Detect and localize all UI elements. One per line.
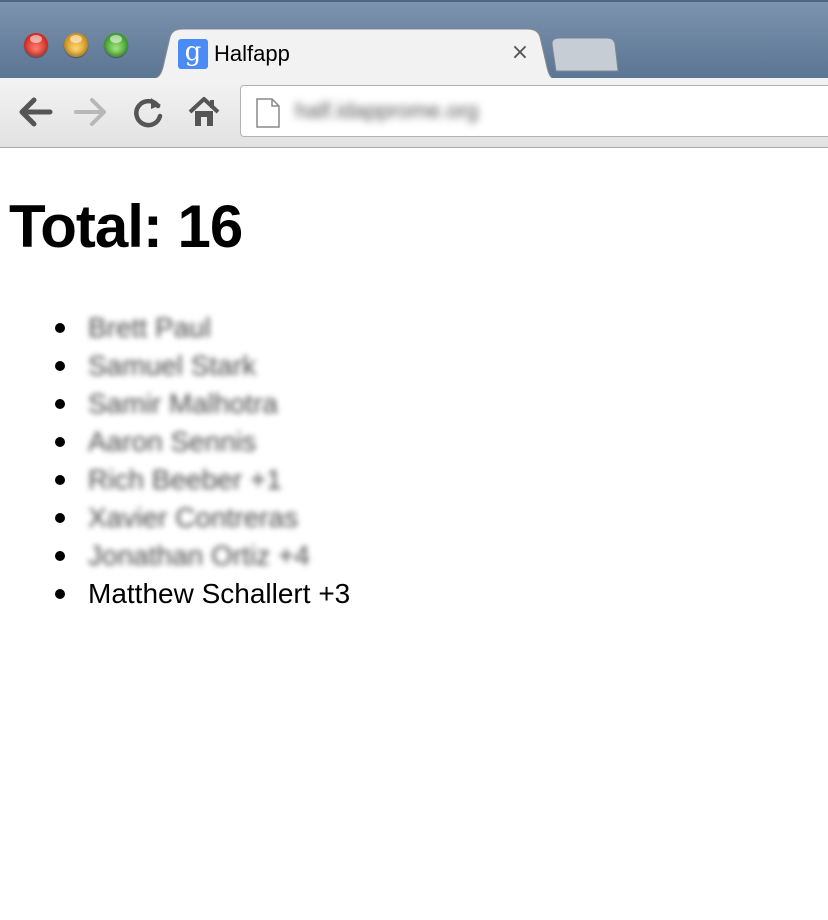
home-icon[interactable] [186, 94, 222, 130]
close-window-button[interactable] [24, 33, 48, 57]
reload-icon[interactable] [130, 94, 166, 130]
list-item: Brett Paul [0, 308, 500, 346]
list-item: Xavier Contreras [0, 498, 500, 536]
bullet-icon [55, 589, 65, 599]
bullet-icon [55, 475, 65, 485]
person-name: Matthew Schallert +3 [88, 578, 351, 609]
list-item: Rich Beeber +1 [0, 460, 500, 498]
browser-toolbar: half.idapprome.org [0, 78, 828, 148]
bullet-icon [55, 437, 65, 447]
person-name: Rich Beeber +1 [88, 464, 282, 495]
bullet-icon [55, 323, 65, 333]
address-bar[interactable]: half.idapprome.org [240, 85, 828, 137]
attendee-list: Brett Paul Samuel Stark Samir Malhotra Aaro… [0, 308, 500, 612]
person-name: Brett Paul [88, 312, 211, 343]
url-text[interactable]: half.idapprome.org [295, 98, 478, 124]
new-tab-button[interactable] [552, 38, 620, 72]
minimize-window-button[interactable] [64, 33, 88, 57]
list-item: Samuel Stark [0, 346, 500, 384]
list-item: Aaron Sennis [0, 422, 500, 460]
person-name: Aaron Sennis [88, 426, 257, 457]
list-item: Jonathan Ortiz +4 [0, 536, 500, 574]
total-heading: Total: 16 [9, 193, 243, 260]
bullet-icon [55, 513, 65, 523]
person-name: Samuel Stark [88, 350, 257, 381]
list-item: Samir Malhotra [0, 384, 500, 422]
arrow-left-icon[interactable] [18, 94, 54, 130]
bullet-icon [55, 399, 65, 409]
bullet-icon [55, 361, 65, 371]
tab-close-icon[interactable]: × [508, 39, 532, 67]
google-favicon-icon: g [178, 39, 208, 69]
document-icon [256, 98, 280, 128]
list-item: Matthew Schallert +3 [0, 574, 500, 612]
tab-title: Halfapp [214, 41, 290, 66]
person-name: Samir Malhotra [88, 388, 278, 419]
window-titlebar: g Halfapp × [0, 0, 828, 80]
tab-halfapp[interactable]: g Halfapp × [146, 29, 558, 80]
person-name: Jonathan Ortiz +4 [88, 540, 310, 571]
arrow-right-icon[interactable] [72, 94, 108, 130]
person-name: Xavier Contreras [88, 502, 299, 533]
zoom-window-button[interactable] [104, 33, 128, 57]
bullet-icon [55, 551, 65, 561]
